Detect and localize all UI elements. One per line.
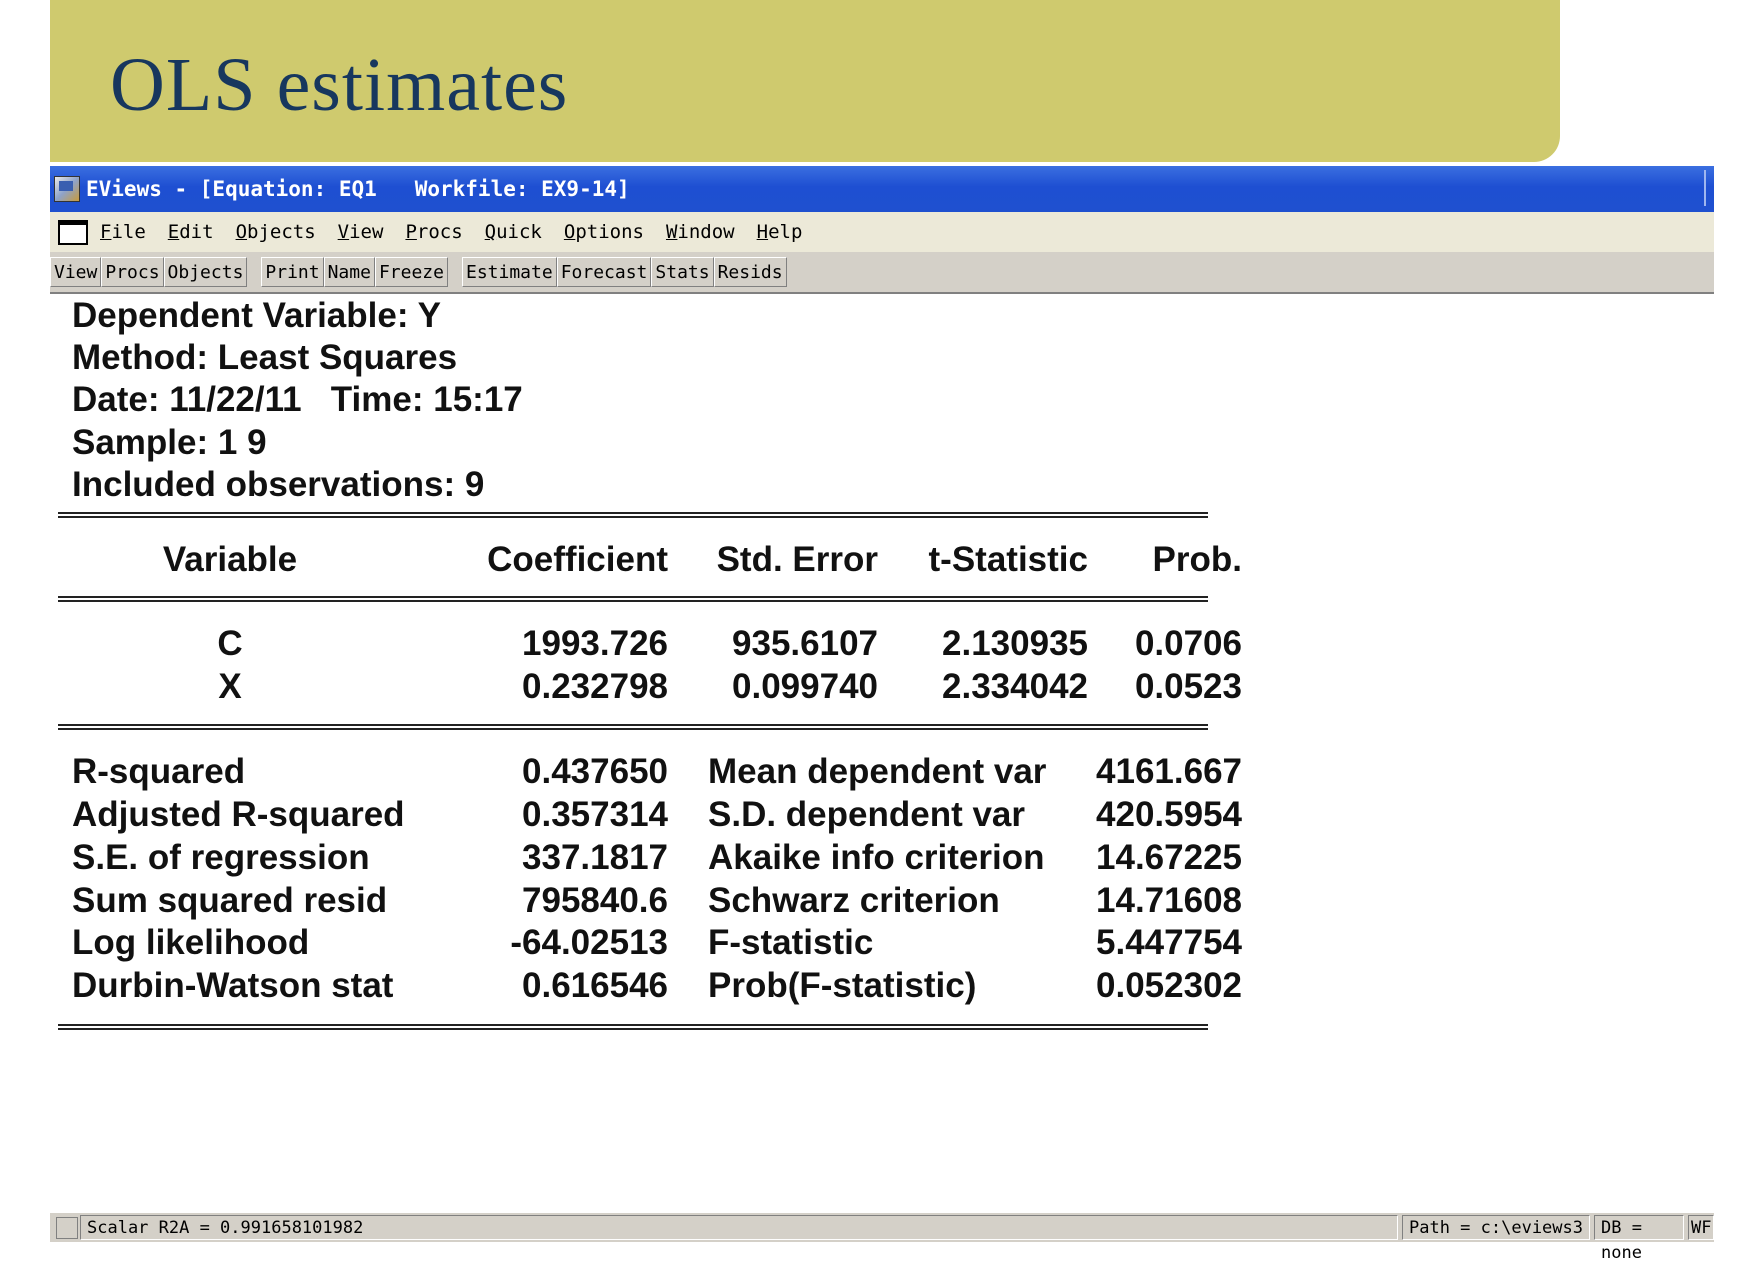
stat-value-2: 0.052302 [1096, 966, 1242, 1005]
stat-value-2: 14.67225 [1096, 838, 1242, 877]
menu-objects[interactable]: Objects [236, 221, 316, 243]
eviews-app-icon[interactable] [54, 176, 80, 202]
dependent-variable-line: Dependent Variable: Y [72, 296, 441, 335]
coef-row-coefficient: 1993.726 [522, 624, 668, 663]
menu-edit[interactable]: Edit [168, 221, 214, 243]
date-time-line: Date: 11/22/11 Time: 15:17 [72, 380, 523, 419]
menu-file[interactable]: File [100, 221, 146, 243]
stat-value-2: 420.5954 [1096, 795, 1242, 834]
col-header-std-error: Std. Error [716, 540, 878, 579]
window-titlebar[interactable]: EViews - [Equation: EQ1 Workfile: EX9-14… [50, 166, 1714, 212]
name-button[interactable]: Name [323, 257, 375, 287]
print-button[interactable]: Print [261, 257, 324, 287]
menu-view[interactable]: View [338, 221, 384, 243]
coef-row-coefficient: 0.232798 [522, 667, 668, 706]
status-path[interactable]: Path = c:\eviews3 [1402, 1215, 1590, 1240]
stat-value: 795840.6 [522, 881, 668, 920]
coef-row-variable: C [217, 624, 243, 663]
stat-label: S.E. of regression [72, 838, 370, 877]
table-rule-bottom [58, 1024, 1208, 1030]
document-window-icon[interactable] [58, 219, 88, 245]
stat-value-2: 5.447754 [1096, 923, 1242, 962]
stats-button[interactable]: Stats [651, 257, 714, 287]
menu-window[interactable]: Window [666, 221, 735, 243]
col-header-variable: Variable [162, 540, 298, 579]
stat-value: 0.616546 [522, 966, 668, 1005]
menu-options[interactable]: Options [564, 221, 644, 243]
toolbar-group-object: View Procs Objects [50, 257, 248, 287]
stat-label-2: S.D. dependent var [708, 795, 1026, 834]
equation-toolbar: View Procs Objects Print Name Freeze Est… [50, 252, 1714, 294]
toolbar-group-output: Print Name Freeze [261, 257, 448, 287]
included-observations-line: Included observations: 9 [72, 465, 485, 504]
stat-value: 337.1817 [522, 838, 668, 877]
coef-row-std-error: 935.6107 [732, 624, 878, 663]
status-db[interactable]: DB = none [1594, 1215, 1684, 1263]
toolbar-group-equation: Estimate Forecast Stats Resids [461, 257, 787, 287]
menu-procs[interactable]: Procs [405, 221, 462, 243]
stat-label: R-squared [72, 752, 246, 791]
col-header-prob: Prob. [1152, 540, 1242, 579]
stat-value: 0.357314 [522, 795, 668, 834]
table-rule-middle [58, 724, 1208, 730]
stat-value: 0.437650 [522, 752, 668, 791]
stat-label: Durbin-Watson stat [72, 966, 394, 1005]
status-indicator-box [56, 1217, 78, 1239]
stat-label-2: Prob(F-statistic) [708, 966, 977, 1005]
window-title: EViews - [Equation: EQ1 Workfile: EX9-14… [86, 177, 630, 201]
menu-bar: File Edit Objects View Procs Quick Optio… [50, 212, 1714, 252]
stat-label: Sum squared resid [72, 881, 388, 920]
table-rule-header [58, 596, 1208, 602]
estimate-button[interactable]: Estimate [461, 257, 557, 287]
col-header-coefficient: Coefficient [487, 540, 668, 579]
view-button[interactable]: View [50, 257, 102, 287]
menu-quick[interactable]: Quick [485, 221, 542, 243]
status-bar: Scalar R2A = 0.991658101982 Path = c:\ev… [50, 1212, 1714, 1263]
coef-row-std-error: 0.099740 [732, 667, 878, 706]
stat-label-2: F-statistic [708, 923, 874, 962]
coef-row-prob: 0.0706 [1134, 624, 1242, 663]
stat-label: Log likelihood [72, 923, 310, 962]
table-rule-top [58, 512, 1208, 518]
freeze-button[interactable]: Freeze [374, 257, 448, 287]
stat-label-2: Akaike info criterion [708, 838, 1045, 877]
status-message: Scalar R2A = 0.991658101982 [80, 1215, 1398, 1240]
menu-help[interactable]: Help [757, 221, 803, 243]
slide-title: OLS estimates [110, 43, 569, 127]
coef-row-prob: 0.0523 [1134, 667, 1242, 706]
stat-value-2: 4161.667 [1096, 752, 1242, 791]
stat-label-2: Schwarz criterion [708, 881, 1000, 920]
resids-button[interactable]: Resids [713, 257, 787, 287]
window-controls-edge [1704, 170, 1714, 206]
objects-button[interactable]: Objects [163, 257, 248, 287]
stat-value-2: 14.71608 [1096, 881, 1242, 920]
status-wf[interactable]: WF [1688, 1215, 1714, 1240]
slide-title-banner: OLS estimates [50, 0, 1560, 162]
stat-label-2: Mean dependent var [708, 752, 1047, 791]
stat-label: Adjusted R-squared [72, 795, 405, 834]
procs-button[interactable]: Procs [101, 257, 164, 287]
sample-line: Sample: 1 9 [72, 423, 267, 462]
stat-value: -64.02513 [510, 923, 668, 962]
estimation-output: Dependent Variable: Y Method: Least Squa… [50, 294, 1714, 1194]
coef-row-variable: X [218, 667, 242, 706]
forecast-button[interactable]: Forecast [556, 257, 652, 287]
method-line: Method: Least Squares [72, 338, 458, 377]
